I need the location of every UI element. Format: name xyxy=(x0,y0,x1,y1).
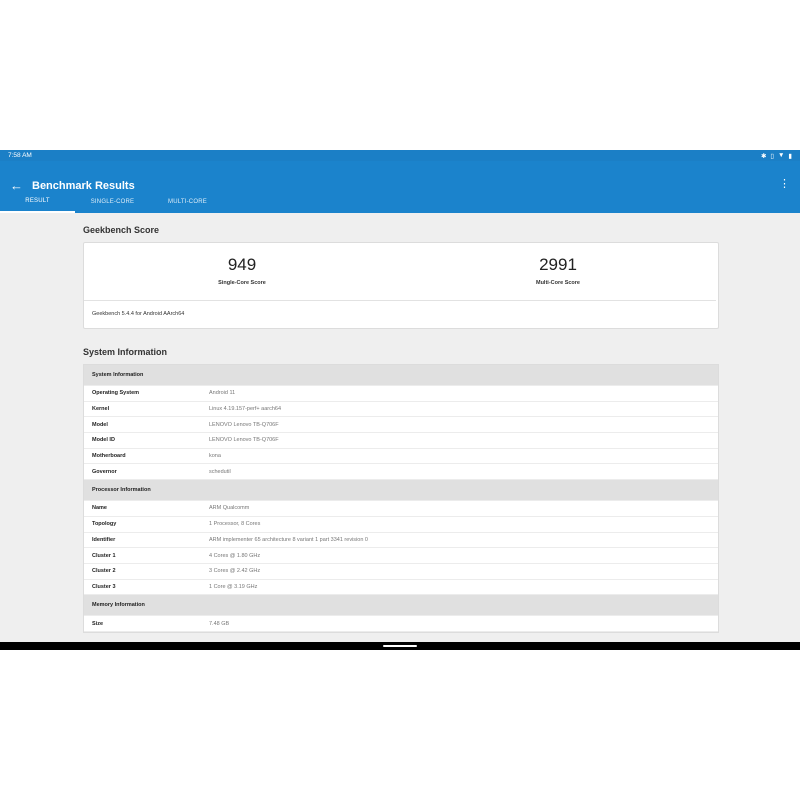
table-row: Identifier ARM implementer 65 architectur… xyxy=(84,533,718,549)
vibrate-icon: ▯ xyxy=(770,152,774,160)
single-core-value: 949 xyxy=(227,255,257,274)
table-row: Cluster 23 Cores @ 2.42 GHz xyxy=(84,564,718,580)
table-row: Governor schedutil xyxy=(84,464,718,481)
tab-single-core[interactable]: SINGLE-CORE xyxy=(75,191,150,213)
single-core-label: Single-Core Score xyxy=(218,280,266,286)
wifi-icon: ▼ xyxy=(777,152,785,159)
table-row: Motherboard kona xyxy=(84,449,718,465)
group-header-system: System Information xyxy=(84,365,718,386)
table-row: Name ARM Qualcomm xyxy=(84,501,718,517)
home-gesture-handle[interactable] xyxy=(383,645,417,647)
multi-core-score: 2991 Multi-Core Score xyxy=(458,255,658,286)
table-row: Model ID LENOVO Lenovo TB-Q706F xyxy=(84,433,718,449)
app-bar: ← Benchmark Results ⋮ RESULT SINGLE-CORE… xyxy=(0,161,800,213)
single-core-score: 949 Single-Core Score xyxy=(142,255,342,286)
status-time: 7:58 AM xyxy=(8,152,32,159)
system-information-title: System Information xyxy=(83,347,168,357)
navigation-bar xyxy=(0,642,800,650)
table-row: Size 7.48 GB xyxy=(84,616,718,632)
more-options-icon[interactable]: ⋮ xyxy=(779,179,790,190)
table-row: Topology 1 Processor, 8 Cores xyxy=(84,517,718,533)
system-info-table: System Information Operating System Andro… xyxy=(83,364,719,633)
geekbench-version: Geekbench 5.4.4 for Android AArch64 xyxy=(84,300,716,327)
app-screen: 7:58 AM ✱ ▯ ▼ ▮ ← Benchmark Results ⋮ RE… xyxy=(0,150,800,650)
group-header-memory: Memory Information xyxy=(84,595,718,617)
tab-bar: RESULT SINGLE-CORE MULTI-CORE xyxy=(0,191,225,213)
score-card: 949 Single-Core Score 2991 Multi-Core Sc… xyxy=(83,242,719,329)
multi-core-value: 2991 xyxy=(539,255,577,274)
table-row: Model LENOVO Lenovo TB-Q706F xyxy=(84,417,718,434)
table-row: Operating System Android 11 xyxy=(84,386,718,402)
table-row: Cluster 14 Cores @ 1.80 GHz xyxy=(84,548,718,564)
tab-multi-core[interactable]: MULTI-CORE xyxy=(150,191,225,213)
battery-icon: ▮ xyxy=(788,152,792,160)
table-row: Cluster 31 Core @ 3.19 GHz xyxy=(84,580,718,596)
tab-result[interactable]: RESULT xyxy=(0,191,75,213)
status-icons: ✱ ▯ ▼ ▮ xyxy=(761,152,792,160)
bluetooth-icon: ✱ xyxy=(760,152,767,160)
group-header-processor: Processor Information xyxy=(84,480,718,502)
table-row: Kernel Linux 4.19.157-perf+ aarch64 xyxy=(84,402,718,418)
geekbench-score-title: Geekbench Score xyxy=(83,225,160,235)
multi-core-label: Multi-Core Score xyxy=(535,280,580,286)
status-bar: 7:58 AM ✱ ▯ ▼ ▮ xyxy=(0,150,800,161)
